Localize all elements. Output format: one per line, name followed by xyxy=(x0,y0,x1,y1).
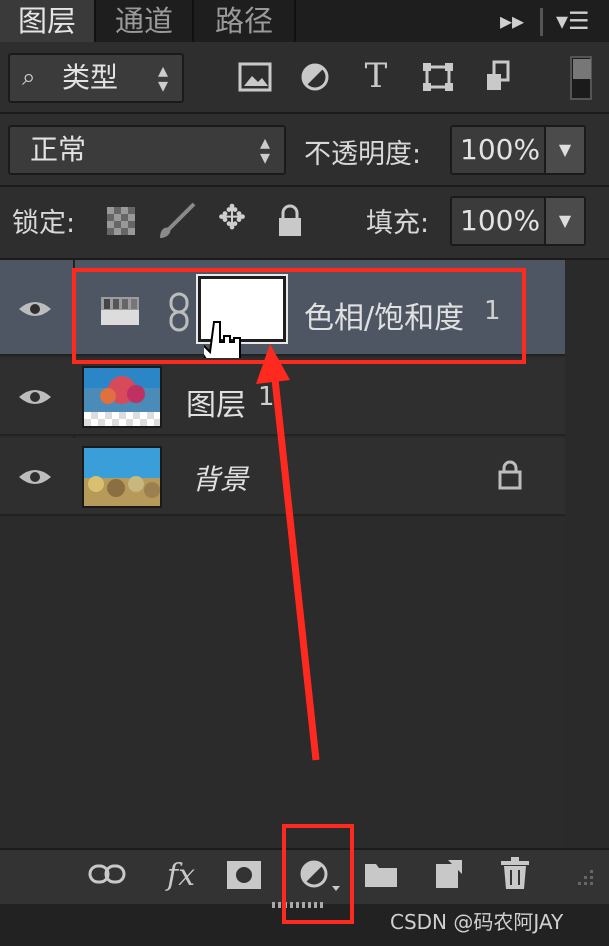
chevron-down-icon: ▼ xyxy=(558,140,572,159)
adjustment-filter-icon[interactable] xyxy=(300,62,330,92)
image-filter-icon[interactable] xyxy=(238,62,272,92)
layer-thumbnail-coral xyxy=(82,366,162,428)
tab-divider xyxy=(294,0,296,42)
tab-layers[interactable]: 图层 xyxy=(0,0,94,42)
fill-dropdown[interactable]: ▼ xyxy=(544,198,584,244)
watermark-text: CSDN @码农阿JAY xyxy=(390,910,564,934)
layers-scrollbar[interactable] xyxy=(565,260,609,848)
fill-input[interactable]: 100% ▼ xyxy=(450,196,586,246)
collapse-icon[interactable]: ▸▸ xyxy=(500,6,524,36)
link-icon[interactable] xyxy=(88,862,126,886)
lock-position-icon[interactable]: ✥ xyxy=(212,198,252,238)
tab-paths[interactable]: 路径 xyxy=(194,0,294,42)
layer-thumbnail-reef xyxy=(82,446,162,508)
panel-menu-icon[interactable]: ▾☰ xyxy=(556,6,590,36)
visibility-eye-icon[interactable] xyxy=(18,298,52,320)
filter-kind-select[interactable]: ⌕ 类型 ▴ ▾ xyxy=(8,53,184,103)
opacity-value: 100% xyxy=(460,133,541,166)
new-layer-icon[interactable] xyxy=(434,858,464,890)
chevron-down-icon: ▼ xyxy=(558,211,572,230)
folder-icon[interactable] xyxy=(364,860,398,888)
tab-channels[interactable]: 通道 xyxy=(96,0,192,42)
divider xyxy=(0,112,609,114)
type-filter-icon[interactable]: T xyxy=(360,56,392,96)
resize-grip[interactable] xyxy=(574,866,596,888)
lock-label: 锁定: xyxy=(12,208,76,239)
opacity-label: 不透明度: xyxy=(304,139,422,170)
layer-name[interactable]: 背景 xyxy=(192,458,248,498)
layer-name[interactable]: 图层 xyxy=(186,380,246,424)
updown-icon: ▴ ▾ xyxy=(260,130,271,169)
visibility-eye-icon[interactable] xyxy=(18,386,52,408)
annotation-highlight-adjustment-button xyxy=(282,824,354,924)
blend-mode-select[interactable]: 正常 ▴ ▾ xyxy=(8,125,286,175)
lock-transparent-icon[interactable] xyxy=(106,206,136,236)
opacity-dropdown[interactable]: ▼ xyxy=(544,127,584,173)
layer-lock-icon xyxy=(498,460,522,490)
shape-filter-icon[interactable] xyxy=(422,62,454,92)
fill-value: 100% xyxy=(460,204,541,237)
visibility-eye-icon[interactable] xyxy=(18,466,52,488)
opacity-input[interactable]: 100% ▼ xyxy=(450,125,586,175)
lock-paint-icon[interactable] xyxy=(156,200,198,240)
smart-object-filter-icon[interactable] xyxy=(484,60,514,94)
blend-mode-value: 正常 xyxy=(30,133,87,166)
updown-icon: ▴ ▾ xyxy=(158,58,169,97)
grip-divider xyxy=(540,8,543,36)
annotation-arrow xyxy=(256,344,320,761)
filter-toggle-switch[interactable] xyxy=(570,56,592,100)
filter-kind-label: 类型 xyxy=(62,61,119,94)
trash-icon[interactable] xyxy=(500,856,530,890)
divider xyxy=(0,185,609,187)
fx-icon[interactable]: fx xyxy=(156,856,206,896)
mask-icon[interactable] xyxy=(226,860,262,890)
lock-all-icon[interactable] xyxy=(276,204,304,238)
search-icon: ⌕ xyxy=(22,63,36,91)
fill-label: 填充: xyxy=(366,208,430,239)
